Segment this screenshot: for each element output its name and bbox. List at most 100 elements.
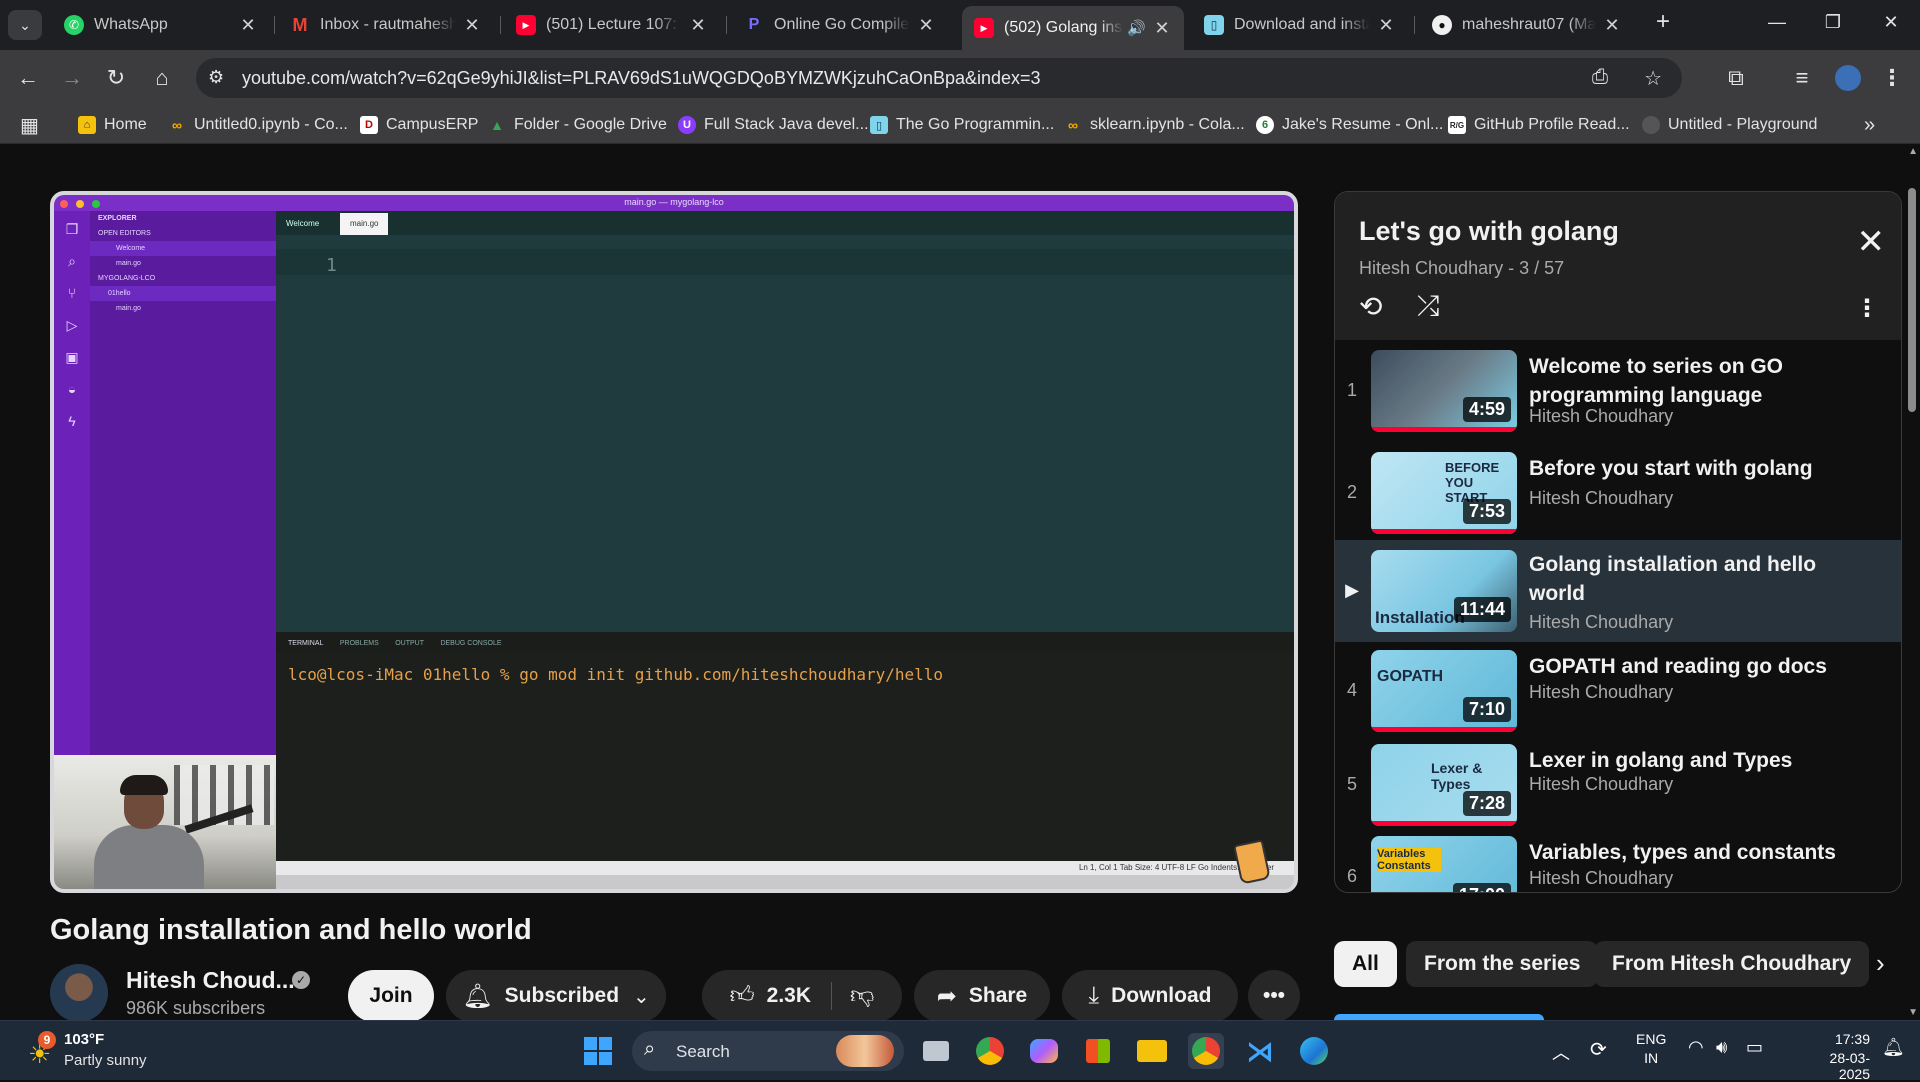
browser-menu-button[interactable]: ⋮ — [1876, 62, 1908, 94]
bookmark-drive[interactable]: ▲ Folder - Google Drive — [488, 114, 667, 136]
close-tab-icon[interactable]: ✕ — [1602, 15, 1622, 36]
playlist-menu-button[interactable]: ⋮ — [1855, 294, 1879, 323]
playlist-title[interactable]: Let's go with golang — [1359, 216, 1619, 247]
tab-whatsapp[interactable]: ✆ WhatsApp ✕ — [52, 8, 270, 42]
bookmark-playground[interactable]: Untitled - Playground — [1642, 114, 1817, 136]
playlist-item-title[interactable]: Golang installation and hello world — [1529, 550, 1869, 608]
url-text[interactable]: youtube.com/watch?v=62qGe9yhiJI&list=PLR… — [242, 68, 1041, 89]
playlist-item[interactable]: 5 Lexer & Types 7:28 Lexer in golang and… — [1335, 736, 1901, 832]
bookmark-star-icon[interactable]: ☆ — [1644, 66, 1662, 91]
site-info-icon[interactable]: ⚙ — [208, 67, 224, 88]
join-button[interactable]: Join — [348, 970, 434, 1022]
scroll-down-icon[interactable]: ▼ — [1908, 1007, 1918, 1018]
weather-temperature[interactable]: 103°F — [64, 1031, 104, 1048]
like-button[interactable]: 👍︎ 2.3K — [730, 982, 833, 1010]
minimize-button[interactable]: — — [1762, 12, 1792, 33]
weather-description[interactable]: Partly sunny — [64, 1052, 147, 1069]
playlist-item-current[interactable]: ▶ Installation 11:44 Golang installation… — [1335, 540, 1901, 642]
bookmark-home[interactable]: ⌂ Home — [78, 114, 147, 136]
playlist-item-thumbnail[interactable]: Lexer & Types 7:28 — [1371, 744, 1517, 826]
playlist-item-thumbnail[interactable]: 4:59 — [1371, 350, 1517, 432]
start-button[interactable] — [580, 1033, 616, 1069]
tab-github[interactable]: ● maheshraut07 (Mahe ✕ — [1420, 8, 1634, 42]
page-scrollbar[interactable]: ▲ ▼ — [1904, 144, 1920, 1020]
volume-icon[interactable]: 🔊︎ — [1716, 1037, 1727, 1058]
chips-next-button[interactable]: › — [1876, 948, 1885, 979]
subscribed-button[interactable]: 🔔︎ Subscribed ⌄ — [446, 970, 666, 1022]
tab-gmail[interactable]: M Inbox - rautmahesh2 ✕ — [278, 8, 494, 42]
home-button[interactable]: ⌂ — [146, 62, 178, 94]
file-explorer-taskbar-button[interactable] — [1134, 1033, 1170, 1069]
restore-button[interactable]: ❐ — [1818, 12, 1848, 33]
chrome-taskbar-button[interactable] — [972, 1033, 1008, 1069]
notifications-icon[interactable]: 🔔︎ — [1882, 1037, 1905, 1058]
wifi-icon[interactable]: ◠ — [1688, 1037, 1704, 1058]
language-indicator[interactable]: ENG IN — [1636, 1031, 1666, 1066]
loop-playlist-button[interactable]: ⟲ — [1359, 290, 1382, 323]
close-window-button[interactable]: ✕ — [1876, 12, 1906, 33]
audio-playing-icon[interactable]: 🔊 — [1127, 19, 1146, 37]
channel-avatar[interactable] — [50, 964, 108, 1022]
playlist-item-title[interactable]: GOPATH and reading go docs — [1529, 652, 1869, 681]
playlist-item[interactable]: 2 BEFORE YOU START 7:53 Before you start… — [1335, 444, 1901, 540]
sync-icon[interactable]: ⟳ — [1590, 1037, 1607, 1062]
more-bookmarks-button[interactable]: » — [1864, 114, 1875, 136]
close-tab-icon[interactable]: ✕ — [1376, 15, 1396, 36]
close-tab-icon[interactable]: ✕ — [238, 15, 258, 36]
new-tab-button[interactable]: + — [1648, 8, 1678, 36]
close-tab-icon[interactable]: ✕ — [1152, 18, 1172, 39]
forward-button[interactable]: → — [56, 62, 88, 94]
playlist-item-title[interactable]: Before you start with golang — [1529, 454, 1869, 483]
chip-from-channel[interactable]: From Hitesh Choudhary — [1594, 941, 1870, 987]
dislike-button[interactable]: 👎︎ — [832, 982, 874, 1010]
profile-button[interactable] — [1832, 62, 1864, 94]
address-bar[interactable]: ⚙ youtube.com/watch?v=62qGe9yhiJI&list=P… — [196, 58, 1682, 98]
playlist-item-thumbnail[interactable]: GOPATH 7:10 — [1371, 650, 1517, 732]
task-view-button[interactable] — [918, 1033, 954, 1069]
store-taskbar-button[interactable] — [1080, 1033, 1116, 1069]
weather-widget[interactable]: ☀ 9 — [24, 1031, 60, 1069]
bookmark-colab-sklearn[interactable]: ∞ sklearn.ipynb - Cola... — [1064, 114, 1245, 136]
playlist-item-title[interactable]: Variables, types and constants — [1529, 838, 1869, 867]
close-tab-icon[interactable]: ✕ — [688, 15, 708, 36]
taskbar-search[interactable]: ⌕ Search — [632, 1031, 904, 1071]
media-control-button[interactable]: ≡ — [1786, 62, 1818, 94]
playlist-item-thumbnail[interactable]: Installation 11:44 — [1371, 550, 1517, 632]
playlist-item[interactable]: 4 GOPATH 7:10 GOPATH and reading go docs… — [1335, 642, 1901, 738]
shuffle-playlist-button[interactable]: ⤮ — [1417, 290, 1439, 323]
playlist-item[interactable]: 6 Variables Constants 17:00 Variables, t… — [1335, 828, 1901, 892]
video-player[interactable]: main.go — mygolang-lco ❐ ⌕ ⑂ ▷ ▣ ◒ ϟ EXP… — [50, 191, 1298, 893]
chrome-profile-taskbar-button[interactable] — [1188, 1033, 1224, 1069]
scrollbar-thumb[interactable] — [1908, 188, 1916, 412]
tab-go-compiler[interactable]: P Online Go Compiler ✕ — [732, 8, 948, 42]
vscode-taskbar-button[interactable]: ⋊ — [1242, 1033, 1278, 1069]
close-tab-icon[interactable]: ✕ — [462, 15, 482, 36]
battery-icon[interactable]: ▭ — [1746, 1037, 1763, 1058]
tab-golang-install[interactable]: ▶ (502) Golang inst 🔊 ✕ — [962, 6, 1184, 50]
bookmark-java-course[interactable]: U Full Stack Java devel... — [678, 114, 869, 136]
bookmark-colab-untitled[interactable]: ∞ Untitled0.ipynb - Co... — [168, 114, 348, 136]
chip-all[interactable]: All — [1334, 941, 1397, 987]
close-tab-icon[interactable]: ✕ — [916, 15, 936, 36]
back-button[interactable]: ← — [12, 62, 44, 94]
tab-youtube-lecture[interactable]: ▶ (501) Lecture 107: Cu ✕ — [504, 8, 720, 42]
close-playlist-button[interactable]: ✕ — [1857, 222, 1886, 262]
reload-button[interactable]: ↻ — [100, 62, 132, 94]
bookmark-readme[interactable]: R/G GitHub Profile Read... — [1448, 114, 1630, 136]
tab-go-download[interactable]: ▯ Download and instal ✕ — [1192, 8, 1408, 42]
tab-search-button[interactable]: ⌄ — [8, 10, 42, 40]
playlist-item-thumbnail[interactable]: Variables Constants 17:00 — [1371, 836, 1517, 892]
apps-button[interactable]: ▦ — [20, 114, 39, 137]
playlist-item[interactable]: 1 4:59 Welcome to series on GO programmi… — [1335, 342, 1901, 438]
chip-from-series[interactable]: From the series — [1406, 941, 1599, 987]
bookmark-resume[interactable]: 6 Jake's Resume - Onl... — [1256, 114, 1443, 136]
install-app-icon[interactable]: ⎙ — [1592, 66, 1608, 89]
scroll-up-icon[interactable]: ▲ — [1908, 146, 1918, 157]
edge-taskbar-button[interactable] — [1296, 1033, 1332, 1069]
extensions-button[interactable]: ⧉ — [1720, 62, 1752, 94]
download-button[interactable]: ⤓ Download — [1062, 970, 1238, 1022]
playlist-item-thumbnail[interactable]: BEFORE YOU START 7:53 — [1371, 452, 1517, 534]
bookmark-go-book[interactable]: ▯ The Go Programmin... — [870, 114, 1054, 136]
bookmark-campuserp[interactable]: D CampusERP — [360, 114, 478, 136]
show-hidden-icons-button[interactable]: ︿ — [1552, 1039, 1570, 1065]
